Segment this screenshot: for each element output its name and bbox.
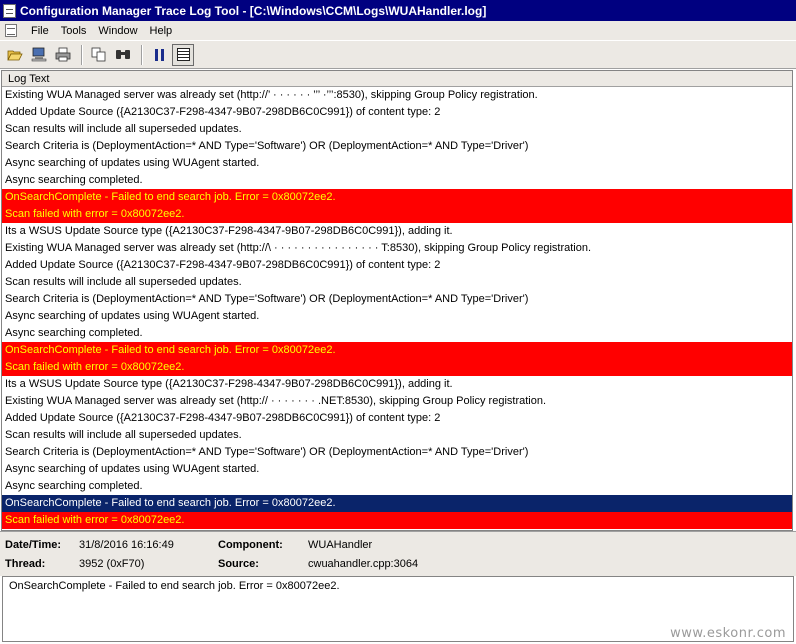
log-row[interactable]: Search Criteria is (DeploymentAction=* A… xyxy=(2,291,792,308)
details-panel: Date/Time: 31/8/2016 16:16:49 Component:… xyxy=(0,531,796,576)
list-view-icon[interactable] xyxy=(172,43,194,66)
open-icon[interactable] xyxy=(4,44,26,66)
source-label: Source: xyxy=(218,558,259,570)
copy-icon[interactable] xyxy=(88,44,110,66)
log-row[interactable]: Added Update Source ({A2130C37-F298-4347… xyxy=(2,257,792,274)
log-row[interactable]: Async searching completed. xyxy=(2,325,792,342)
log-row[interactable]: Scan results will include all superseded… xyxy=(2,121,792,138)
log-list: Existing WUA Managed server was already … xyxy=(2,87,792,529)
menu-window[interactable]: Window xyxy=(92,25,143,37)
title-bar: Configuration Manager Trace Log Tool - [… xyxy=(0,0,796,21)
log-row[interactable]: OnSearchComplete - Failed to end search … xyxy=(2,342,792,359)
log-row[interactable]: Existing WUA Managed server was already … xyxy=(2,240,792,257)
datetime-label: Date/Time: xyxy=(5,539,62,551)
log-row[interactable]: Scan results will include all superseded… xyxy=(2,274,792,291)
menu-help[interactable]: Help xyxy=(144,25,179,37)
log-row[interactable]: Async searching completed. xyxy=(2,172,792,189)
log-row[interactable]: Scan failed with error = 0x80072ee2. xyxy=(2,512,792,529)
log-row[interactable]: Scan failed with error = 0x80072ee2. xyxy=(2,206,792,223)
computer-icon[interactable] xyxy=(28,44,50,66)
log-row[interactable]: OnSearchComplete - Failed to end search … xyxy=(2,495,792,512)
log-panel[interactable]: Log Text Existing WUA Managed server was… xyxy=(1,70,793,531)
log-row[interactable]: Existing WUA Managed server was already … xyxy=(2,87,792,104)
log-row[interactable]: Its a WSUS Update Source type ({A2130C37… xyxy=(2,223,792,240)
log-text-column-header[interactable]: Log Text xyxy=(2,71,792,87)
log-row[interactable]: Scan failed with error = 0x80072ee2. xyxy=(2,359,792,376)
pause-icon[interactable] xyxy=(148,44,170,66)
message-text: OnSearchComplete - Failed to end search … xyxy=(9,580,340,592)
log-row[interactable]: Async searching completed. xyxy=(2,478,792,495)
app-icon xyxy=(3,3,16,18)
log-row[interactable]: OnSearchComplete - Failed to end search … xyxy=(2,189,792,206)
window-title: Configuration Manager Trace Log Tool - [… xyxy=(20,3,487,18)
log-row[interactable]: Existing WUA Managed server was already … xyxy=(2,393,792,410)
thread-label: Thread: xyxy=(5,558,46,570)
log-row[interactable]: Its a WSUS Update Source type ({A2130C37… xyxy=(2,376,792,393)
log-row[interactable]: Search Criteria is (DeploymentAction=* A… xyxy=(2,138,792,155)
watermark: www.eskonr.com xyxy=(670,626,786,641)
log-row[interactable]: Async searching of updates using WUAgent… xyxy=(2,308,792,325)
document-icon[interactable] xyxy=(5,24,17,37)
menu-tools[interactable]: Tools xyxy=(55,25,93,37)
log-row[interactable]: Added Update Source ({A2130C37-F298-4347… xyxy=(2,104,792,121)
datetime-value: 31/8/2016 16:16:49 xyxy=(79,539,174,551)
menu-file[interactable]: File xyxy=(25,25,55,37)
find-icon[interactable] xyxy=(112,44,134,66)
component-label: Component: xyxy=(218,539,283,551)
toolbar-separator xyxy=(141,44,143,65)
toolbar-separator xyxy=(81,44,83,65)
menu-bar: File Tools Window Help xyxy=(0,21,796,40)
log-row[interactable]: Async searching of updates using WUAgent… xyxy=(2,155,792,172)
print-icon[interactable] xyxy=(52,44,74,66)
log-row[interactable]: Added Update Source ({A2130C37-F298-4347… xyxy=(2,410,792,427)
source-value: cwuahandler.cpp:3064 xyxy=(308,558,419,570)
log-row[interactable]: Scan results will include all superseded… xyxy=(2,427,792,444)
component-value: WUAHandler xyxy=(308,539,373,551)
log-row[interactable]: Async searching of updates using WUAgent… xyxy=(2,461,792,478)
toolbar xyxy=(0,40,796,69)
thread-value: 3952 (0xF70) xyxy=(79,558,145,570)
log-row[interactable]: Search Criteria is (DeploymentAction=* A… xyxy=(2,444,792,461)
